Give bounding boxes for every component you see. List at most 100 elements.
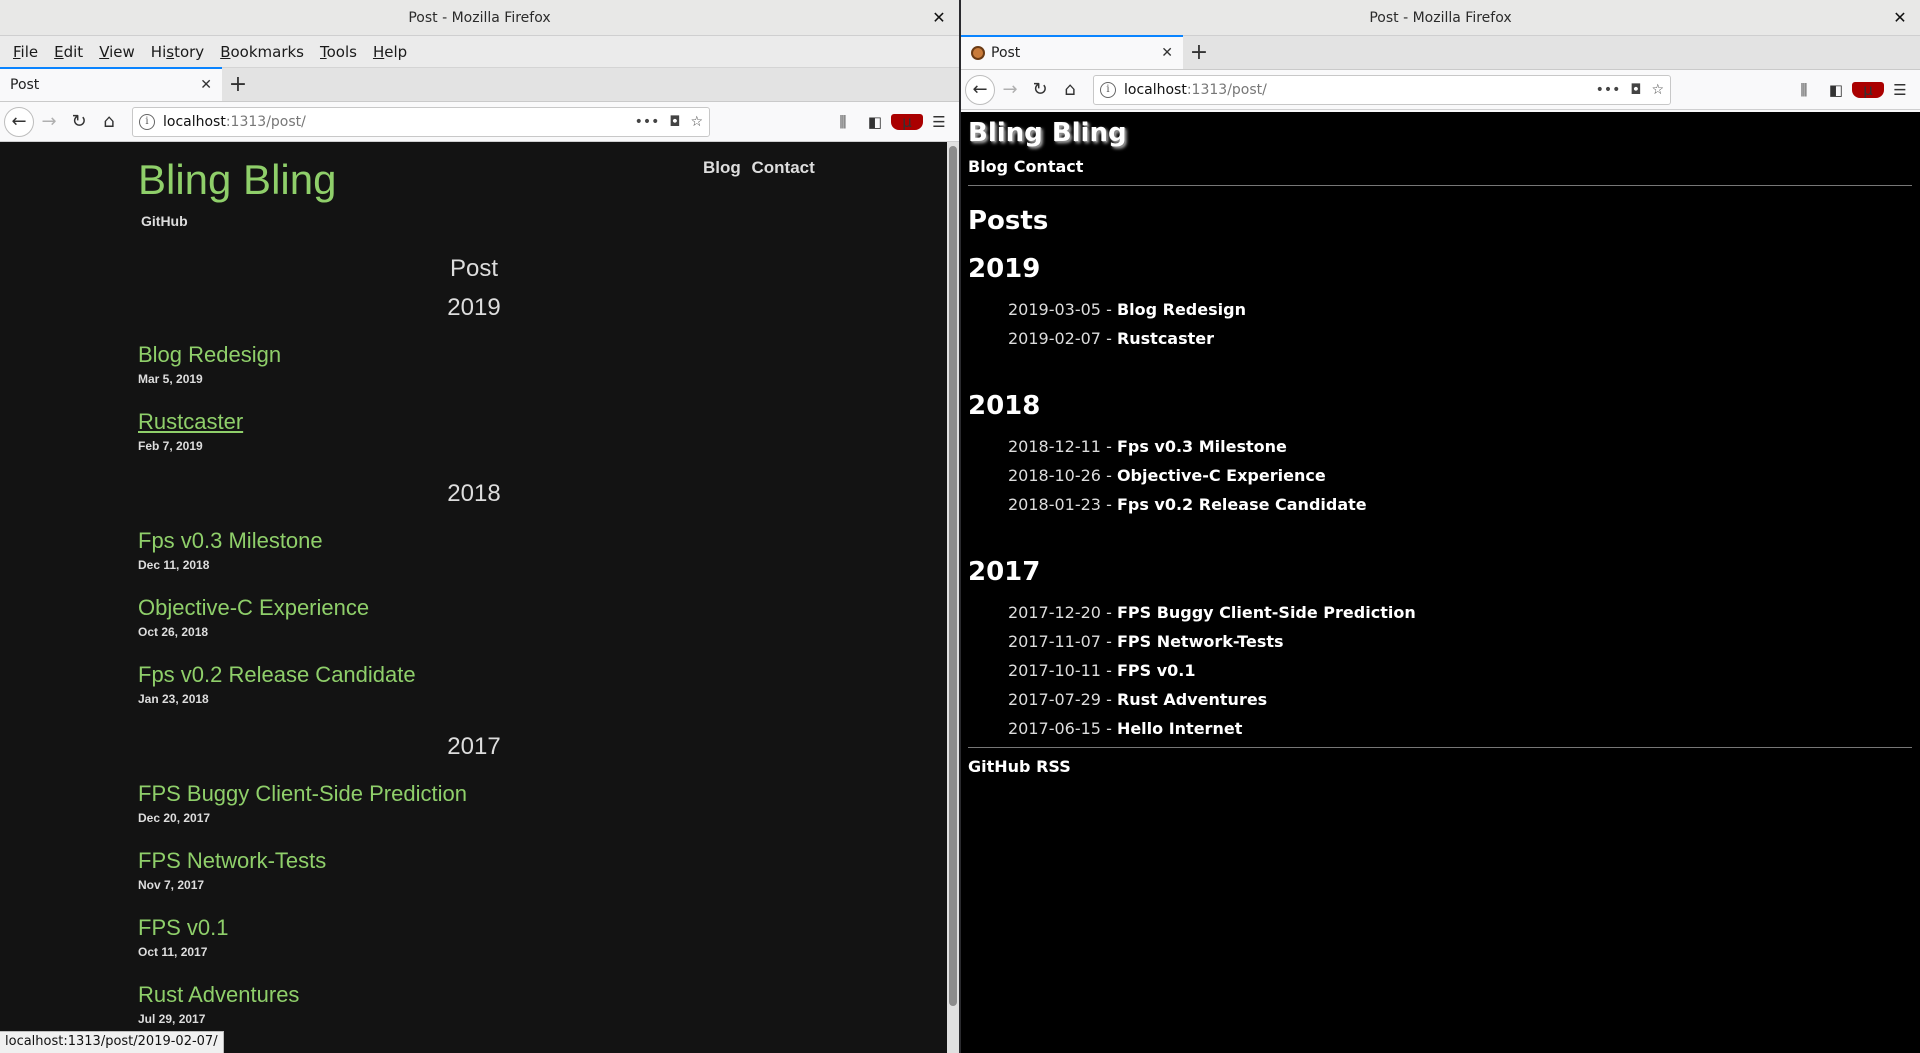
new-tab-button[interactable]: +	[222, 67, 254, 101]
menu-item-tools[interactable]: Tools	[312, 43, 365, 61]
tab-post[interactable]: Post ✕	[0, 67, 222, 101]
back-arrow-icon[interactable]: ←	[965, 74, 995, 105]
footer-divider	[968, 747, 1912, 748]
menu-item-bookmarks[interactable]: Bookmarks	[212, 43, 312, 61]
library-icon[interactable]: ⫼	[827, 113, 859, 131]
ublock-shield-icon[interactable]: μ	[1852, 81, 1884, 99]
site-title[interactable]: Bling Bling	[968, 118, 1127, 148]
menu-item-edit[interactable]: Edit	[46, 43, 91, 61]
post-row: 2017-11-07 - FPS Network-Tests	[1008, 632, 1284, 651]
pocket-icon[interactable]: ◘	[1630, 82, 1641, 98]
menu-item-file[interactable]: File	[5, 43, 46, 61]
menu-bar: File Edit View History Bookmarks Tools Help	[0, 36, 959, 68]
forward-arrow-icon[interactable]: →	[995, 75, 1025, 105]
site-nav[interactable]: Blog Contact	[968, 157, 1083, 176]
post-date: Mar 5, 2019	[138, 372, 203, 386]
post-link[interactable]: FPS Buggy Client-Side Prediction	[1117, 603, 1416, 622]
post-link[interactable]: FPS Buggy Client-Side Prediction	[138, 781, 467, 807]
vertical-scrollbar[interactable]	[947, 142, 959, 1053]
post-link[interactable]: FPS Network-Tests	[138, 848, 326, 874]
scrollbar-thumb[interactable]	[949, 146, 957, 1006]
sidebar-icon[interactable]: ◧	[1820, 81, 1852, 99]
hamburger-menu-icon[interactable]: ☰	[1884, 81, 1916, 99]
post-link[interactable]: Objective-C Experience	[138, 595, 369, 621]
nav-contact-link[interactable]: Contact	[752, 158, 815, 177]
post-date: Jan 23, 2018	[138, 692, 209, 706]
star-icon[interactable]: ☆	[1651, 82, 1664, 98]
star-icon[interactable]: ☆	[690, 114, 703, 130]
menu-item-history[interactable]: History	[143, 43, 212, 61]
github-link[interactable]: GitHub	[141, 213, 188, 229]
post-date: Nov 7, 2017	[138, 878, 205, 892]
post-link[interactable]: Objective-C Experience	[1117, 466, 1326, 485]
firefox-window-left: Post - Mozilla Firefox ✕ File Edit View His…	[0, 0, 959, 1053]
post-date: 2017-12-20 -	[1008, 603, 1117, 622]
home-icon[interactable]: ⌂	[1055, 75, 1085, 105]
status-bar-url: localhost:1313/post/2019-02-07/	[0, 1031, 224, 1053]
sidebar-icon[interactable]: ◧	[859, 113, 891, 131]
post-row: 2017-10-11 - FPS v0.1	[1008, 661, 1195, 680]
post-link[interactable]: FPS v0.1	[138, 915, 228, 941]
pocket-icon[interactable]: ◘	[669, 114, 680, 130]
tab-title: Post	[10, 77, 40, 93]
url-bar[interactable]: i localhost:1313/post/ ••• ◘ ☆	[132, 106, 710, 137]
menu-item-help[interactable]: Help	[365, 43, 415, 61]
info-icon[interactable]: i	[139, 113, 155, 130]
site-nav: Blog Contact	[703, 158, 821, 178]
post-row: 2017-07-29 - Rust Adventures	[1008, 690, 1267, 709]
post-row: 2018-01-23 - Fps v0.2 Release Candidate	[1008, 495, 1367, 514]
close-icon[interactable]: ✕	[929, 0, 949, 36]
post-link[interactable]: Blog Redesign	[1117, 300, 1246, 319]
post-link[interactable]: FPS v0.1	[1117, 661, 1196, 680]
tab-title: Post	[991, 45, 1021, 61]
tab-strip: Post ✕ +	[0, 67, 959, 102]
back-arrow-icon[interactable]: ←	[4, 106, 34, 137]
url-text[interactable]: localhost:1313/post/	[163, 114, 625, 130]
url-bar[interactable]: i localhost:1313/post/ ••• ◘ ☆	[1093, 74, 1671, 105]
post-link[interactable]: Rustcaster	[1117, 329, 1214, 348]
close-icon[interactable]: ✕	[1161, 45, 1173, 61]
ublock-shield-icon[interactable]: μ	[891, 113, 923, 131]
post-link[interactable]: Hello Internet	[1117, 719, 1242, 738]
year-heading: 2018	[968, 391, 1041, 421]
post-link[interactable]: Fps v0.2 Release Candidate	[138, 662, 416, 688]
url-text[interactable]: localhost:1313/post/	[1124, 82, 1586, 98]
reload-icon[interactable]: ↻	[1025, 75, 1055, 105]
tab-strip: Post ✕ +	[961, 35, 1920, 70]
post-link[interactable]: Fps v0.2 Release Candidate	[1117, 495, 1367, 514]
close-icon[interactable]: ✕	[1890, 0, 1910, 36]
title-bar: Post - Mozilla Firefox ✕	[0, 0, 959, 36]
hamburger-menu-icon[interactable]: ☰	[923, 113, 955, 131]
post-row: 2019-02-07 - Rustcaster	[1008, 329, 1214, 348]
post-link[interactable]: Rust Adventures	[1117, 690, 1267, 709]
home-icon[interactable]: ⌂	[94, 107, 124, 137]
ellipsis-icon[interactable]: •••	[1596, 82, 1621, 98]
post-link[interactable]: FPS Network-Tests	[1117, 632, 1284, 651]
tab-post[interactable]: Post ✕	[961, 35, 1183, 69]
page-content-right: Bling Bling Blog Contact Posts 2019 2019-…	[961, 112, 1920, 1053]
post-link[interactable]: Rustcaster	[138, 409, 243, 435]
forward-arrow-icon[interactable]: →	[34, 107, 64, 137]
toolbar-icons: ⫼ ◧ μ ☰	[1788, 81, 1916, 99]
menu-item-view[interactable]: View	[91, 43, 143, 61]
post-link[interactable]: Rust Adventures	[138, 982, 299, 1008]
footer-links[interactable]: GitHub RSS	[968, 757, 1071, 776]
post-date: Dec 11, 2018	[138, 558, 210, 572]
page-heading: Post	[449, 255, 499, 282]
post-link[interactable]: Blog Redesign	[138, 342, 281, 368]
post-date: 2018-01-23 -	[1008, 495, 1117, 514]
site-title[interactable]: Bling Bling	[138, 156, 336, 204]
post-link[interactable]: Fps v0.3 Milestone	[138, 528, 323, 554]
info-icon[interactable]: i	[1100, 81, 1116, 98]
close-icon[interactable]: ✕	[200, 77, 212, 93]
library-icon[interactable]: ⫼	[1788, 81, 1820, 99]
new-tab-button[interactable]: +	[1183, 35, 1215, 69]
post-row: 2018-10-26 - Objective-C Experience	[1008, 466, 1326, 485]
toolbar-icons: ⫼ ◧ μ ☰	[827, 113, 955, 131]
post-row: 2017-06-15 - Hello Internet	[1008, 719, 1242, 738]
post-link[interactable]: Fps v0.3 Milestone	[1117, 437, 1287, 456]
firefox-window-right: Post - Mozilla Firefox ✕ Post ✕ + ← → ↻ …	[961, 0, 1920, 1053]
ellipsis-icon[interactable]: •••	[635, 114, 660, 130]
nav-blog-link[interactable]: Blog	[703, 158, 741, 177]
reload-icon[interactable]: ↻	[64, 107, 94, 137]
